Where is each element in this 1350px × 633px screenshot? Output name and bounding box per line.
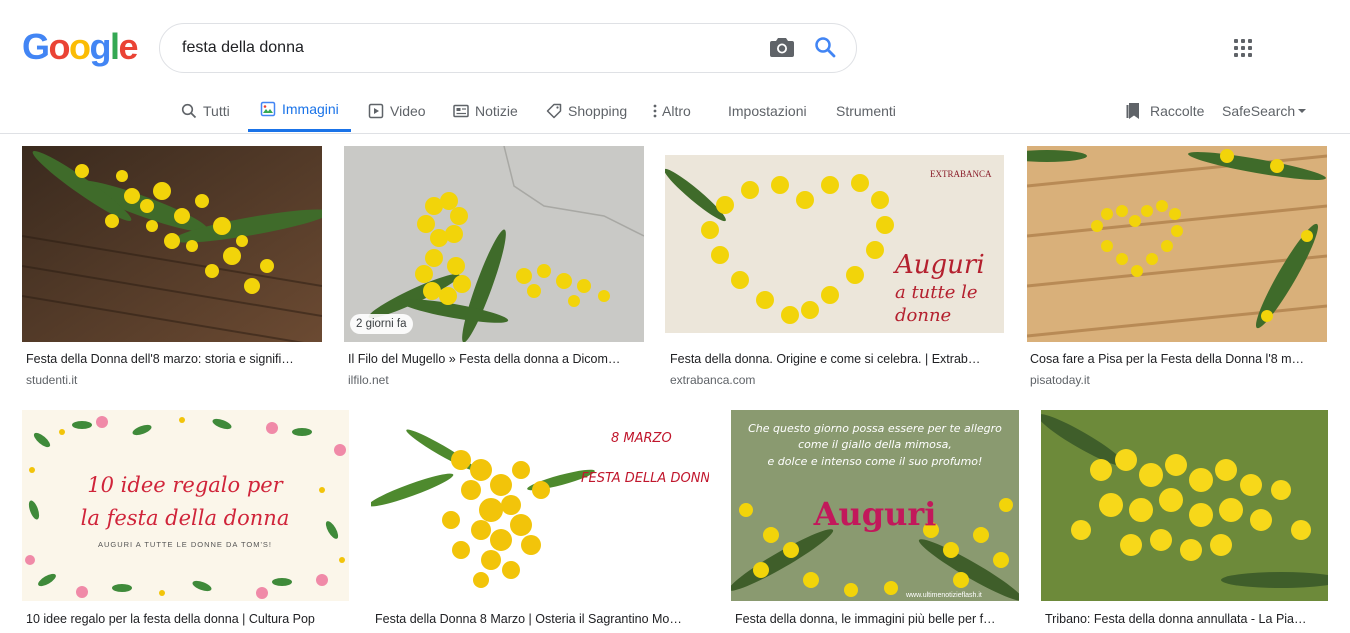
result-title[interactable]: Festa della donna. Origine e come si cel… [670, 352, 1000, 366]
overlay-line3: AUGURI A TUTTE LE DONNE DA TOM'S! [98, 540, 272, 549]
result-title[interactable]: Cosa fare a Pisa per la Festa della Donn… [1030, 352, 1322, 366]
result-source[interactable]: pisatoday.it [1030, 373, 1090, 387]
tab-altro[interactable]: Altro [652, 88, 691, 133]
overlay-auguri: Auguri [813, 495, 937, 533]
tab-bar: Tutti Immagini Video Notizie Shopping Al… [0, 88, 1350, 134]
result-title[interactable]: Festa della Donna dell'8 marzo: storia e… [26, 352, 318, 366]
result-title[interactable]: Festa della Donna 8 Marzo | Osteria il S… [375, 612, 705, 626]
tab-label: Shopping [568, 102, 628, 119]
google-logo[interactable]: Google [22, 26, 139, 68]
collections-label: Raccolte [1150, 102, 1205, 119]
tab-label: Notizie [475, 102, 518, 119]
result-thumbnail[interactable]: 8 MARZO FESTA DELLA DONNA [371, 410, 709, 601]
mimosa-number-eight-image [344, 146, 644, 342]
bookmark-icon [1126, 102, 1139, 119]
auguri-greeting-image: Che questo giorno possa essere per te al… [731, 410, 1019, 601]
tab-label: Immagini [282, 100, 339, 117]
image-result[interactable]: Festa della Donna dell'8 marzo: storia e… [22, 146, 322, 391]
safesearch-dropdown[interactable]: SafeSearch [1222, 88, 1307, 133]
image-result[interactable]: Che questo giorno possa essere per te al… [731, 410, 1019, 633]
tab-label: Strumenti [836, 102, 896, 119]
overlay-url: www.ultimenotizieflash.it [905, 592, 982, 599]
search-icon [181, 103, 197, 118]
result-thumbnail[interactable] [22, 146, 322, 342]
image-result[interactable]: Tribano: Festa della donna annullata - L… [1041, 410, 1328, 633]
result-thumbnail[interactable]: EXTRABANCA Auguri a tutte le donne [665, 155, 1004, 333]
mimosa-heart-auguri-image: EXTRABANCA Auguri a tutte le donne [665, 155, 1004, 333]
overlay-auguri: Auguri [893, 250, 985, 280]
result-thumbnail[interactable]: Che questo giorno possa essere per te al… [731, 410, 1019, 601]
result-title[interactable]: Festa della donna, le immagini più belle… [735, 612, 1017, 626]
overlay-date: 8 MARZO [611, 431, 672, 446]
brand-text: EXTRABANCA [930, 169, 992, 179]
search-input[interactable] [182, 24, 742, 72]
overlay-festa: FESTA DELLA DONNA [581, 471, 709, 486]
tab-label: Altro [662, 102, 691, 119]
overlay-line2: come il giallo della mimosa, [798, 438, 952, 451]
tab-tutti[interactable]: Tutti [181, 88, 230, 133]
play-icon [368, 103, 384, 118]
tab-label: Impostazioni [728, 102, 807, 119]
camera-icon[interactable] [770, 37, 794, 57]
mimosa-8-marzo-image: 8 MARZO FESTA DELLA DONNA [371, 410, 709, 601]
overlay-line1: 10 idee regalo per [87, 473, 284, 497]
image-result[interactable]: EXTRABANCA Auguri a tutte le donne Festa… [665, 146, 1004, 391]
more-vert-icon [653, 104, 657, 117]
result-title[interactable]: Tribano: Festa della donna annullata - L… [1045, 612, 1327, 626]
result-thumbnail[interactable]: 10 idee regalo per la festa della donna … [22, 410, 349, 601]
tab-impostazioni[interactable]: Impostazioni [728, 88, 807, 133]
result-title[interactable]: Il Filo del Mugello » Festa della donna … [348, 352, 640, 366]
tab-video[interactable]: Video [368, 88, 426, 133]
search-box [159, 23, 857, 73]
image-result[interactable]: Cosa fare a Pisa per la Festa della Donn… [1027, 146, 1327, 391]
result-title[interactable]: 10 idee regalo per la festa della donna … [26, 612, 346, 626]
tab-shopping[interactable]: Shopping [546, 88, 627, 133]
mimosa-on-wood-image [22, 146, 322, 342]
result-source[interactable]: extrabanca.com [670, 373, 755, 387]
tab-immagini[interactable]: Immagini [248, 88, 351, 132]
mimosa-heart-wood-image [1027, 146, 1327, 342]
overlay-line2: la festa della donna [81, 506, 290, 530]
idee-regalo-card-image: 10 idee regalo per la festa della donna … [22, 410, 349, 601]
mimosa-closeup-image [1041, 410, 1328, 601]
result-source[interactable]: studenti.it [26, 373, 77, 387]
tag-icon [546, 103, 562, 118]
image-result[interactable]: 10 idee regalo per la festa della donna … [22, 410, 349, 633]
tab-label: Tutti [203, 102, 230, 119]
result-thumbnail[interactable] [1041, 410, 1328, 601]
collections-button[interactable]: Raccolte [1126, 88, 1204, 133]
result-thumbnail[interactable] [1027, 146, 1327, 342]
overlay-line1: Che questo giorno possa essere per te al… [748, 422, 1002, 435]
image-icon [260, 101, 276, 116]
overlay-line3: e dolce e intenso come il suo profumo! [768, 455, 983, 468]
safesearch-label: SafeSearch [1222, 102, 1296, 119]
tab-strumenti[interactable]: Strumenti [836, 88, 896, 133]
apps-grid-icon[interactable] [1234, 39, 1254, 59]
result-source[interactable]: ilfilo.net [348, 373, 389, 387]
tab-notizie[interactable]: Notizie [453, 88, 518, 133]
overlay-line3: donne [895, 305, 951, 326]
news-icon [453, 104, 469, 117]
result-thumbnail[interactable]: 2 giorni fa [344, 146, 644, 342]
image-result[interactable]: 8 MARZO FESTA DELLA DONNA Festa della Do… [371, 410, 709, 633]
image-result[interactable]: 2 giorni fa Il Filo del Mugello » Festa … [344, 146, 644, 391]
age-badge: 2 giorni fa [350, 314, 413, 334]
overlay-line2: a tutte le [895, 282, 978, 303]
caret-down-icon [1298, 108, 1307, 113]
tab-label: Video [390, 102, 426, 119]
search-icon[interactable] [814, 36, 836, 58]
header: Google Tutti Immagini Video Notizie [0, 0, 1350, 134]
